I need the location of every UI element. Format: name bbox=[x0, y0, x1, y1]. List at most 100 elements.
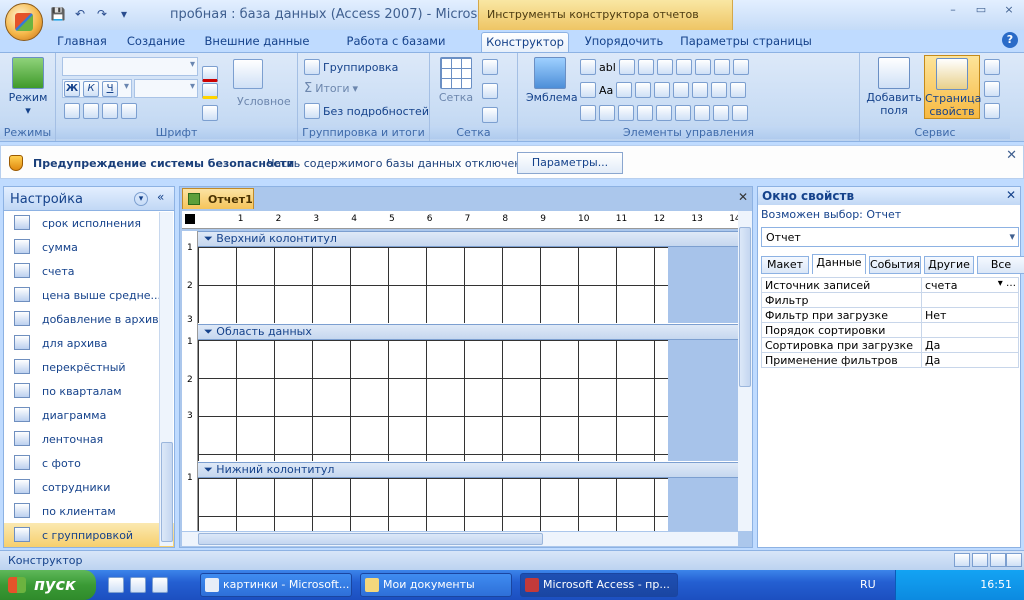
page-number-icon[interactable] bbox=[580, 59, 596, 75]
conditional-icon[interactable] bbox=[233, 59, 263, 89]
select-report-icon[interactable] bbox=[185, 214, 195, 224]
media-icon[interactable] bbox=[152, 577, 168, 593]
property-row[interactable]: Сортировка при загрузке Да bbox=[761, 337, 1019, 353]
property-row[interactable]: Фильтр при загрузке Нет bbox=[761, 307, 1019, 323]
vertical-scrollbar[interactable] bbox=[738, 211, 752, 531]
conditional-button[interactable]: Условное bbox=[237, 95, 291, 108]
view-button[interactable]: Режим ▾ bbox=[6, 57, 50, 117]
select-all-icon[interactable] bbox=[732, 105, 748, 121]
scroll-thumb[interactable] bbox=[161, 442, 173, 542]
section-detail[interactable]: ⏷ Область данных bbox=[198, 324, 738, 340]
close-button[interactable]: × bbox=[996, 2, 1022, 18]
detail-grid[interactable] bbox=[198, 340, 668, 461]
font-format-combo[interactable] bbox=[134, 79, 198, 98]
close-icon[interactable]: ✕ bbox=[738, 190, 748, 204]
tab-control-icon[interactable] bbox=[618, 59, 635, 75]
nav-item[interactable]: диаграмма bbox=[4, 403, 174, 427]
tab-database-tools[interactable]: Работа с базами данных bbox=[322, 32, 470, 66]
scroll-thumb[interactable] bbox=[198, 533, 543, 545]
align-right-icon[interactable] bbox=[102, 103, 118, 119]
nav-scrollbar[interactable] bbox=[159, 212, 173, 546]
taskbar-item[interactable]: картинки - Microsoft... bbox=[200, 573, 352, 597]
property-row[interactable]: Источник записей счета ▾ … bbox=[761, 277, 1019, 293]
nav-item[interactable]: ленточная bbox=[4, 427, 174, 451]
subform-icon[interactable] bbox=[713, 59, 730, 75]
underline-button[interactable]: Ч bbox=[102, 81, 118, 97]
grid-button[interactable]: Сетка bbox=[436, 57, 476, 104]
tab-arrange[interactable]: Упорядочить bbox=[580, 32, 668, 52]
date-time-icon[interactable] bbox=[580, 82, 596, 98]
taskbar-item-active[interactable]: Microsoft Access - пр... bbox=[520, 573, 678, 597]
font-name-combo[interactable] bbox=[62, 57, 198, 76]
textbox-icon[interactable]: abl bbox=[599, 61, 616, 74]
nav-header[interactable]: Настройка ▾ « bbox=[4, 187, 174, 211]
unbound-frame-icon[interactable] bbox=[711, 82, 728, 98]
redo-icon[interactable]: ↷ bbox=[94, 6, 110, 22]
close-icon[interactable]: ✕ bbox=[1006, 188, 1016, 202]
property-tab[interactable]: Данные bbox=[812, 254, 866, 274]
checkbox-icon[interactable] bbox=[654, 82, 671, 98]
nav-item[interactable]: добавление в архив bbox=[4, 307, 174, 331]
property-row[interactable]: Фильтр bbox=[761, 292, 1019, 308]
scroll-thumb[interactable] bbox=[739, 227, 751, 387]
nav-item[interactable]: перекрёстный bbox=[4, 355, 174, 379]
nav-item[interactable]: сотрудники bbox=[4, 475, 174, 499]
ie-icon[interactable] bbox=[130, 577, 146, 593]
nav-item[interactable]: с фото bbox=[4, 451, 174, 475]
hyperlink-icon[interactable] bbox=[694, 105, 710, 121]
layout-view-icon[interactable] bbox=[990, 553, 1006, 567]
design-view-icon[interactable] bbox=[1006, 553, 1022, 567]
taskbar-item[interactable]: Мои документы bbox=[360, 573, 512, 597]
property-sheet-button[interactable]: Страница свойств bbox=[924, 55, 981, 119]
tab-order-icon[interactable] bbox=[984, 59, 1000, 75]
combo-control-icon[interactable] bbox=[673, 82, 690, 98]
nav-item[interactable]: по кварталам bbox=[4, 379, 174, 403]
nav-item[interactable]: с группировкой bbox=[4, 523, 174, 547]
attachment-icon[interactable] bbox=[675, 105, 691, 121]
line-icon[interactable] bbox=[202, 105, 218, 121]
page-header-grid[interactable] bbox=[198, 247, 668, 323]
line-control-icon[interactable] bbox=[637, 59, 654, 75]
nav-item[interactable]: цена выше средне... bbox=[4, 283, 174, 307]
rectangle-icon[interactable] bbox=[635, 82, 652, 98]
property-value[interactable] bbox=[921, 292, 1019, 308]
property-row[interactable]: Порядок сортировки bbox=[761, 322, 1019, 338]
nav-item[interactable]: по клиентам bbox=[4, 499, 174, 523]
line-color-icon[interactable] bbox=[482, 107, 498, 123]
tab-home[interactable]: Главная bbox=[52, 32, 112, 52]
code-icon[interactable] bbox=[984, 103, 1000, 119]
section-page-footer[interactable]: ⏷ Нижний колонтитул bbox=[198, 462, 738, 478]
minimize-button[interactable]: – bbox=[940, 2, 966, 18]
report-view-icon[interactable] bbox=[954, 553, 970, 567]
start-button[interactable]: пуск bbox=[0, 570, 96, 600]
chevron-down-icon[interactable]: ▾ bbox=[134, 192, 148, 206]
property-value[interactable]: Нет bbox=[921, 307, 1019, 323]
section-page-header[interactable]: ⏷ Верхний колонтитул bbox=[198, 231, 738, 247]
grouping-button[interactable]: Группировка bbox=[304, 59, 398, 75]
property-tab[interactable]: Другие bbox=[924, 256, 974, 274]
undo-icon[interactable]: ↶ bbox=[72, 6, 88, 22]
restore-button[interactable]: ▭ bbox=[968, 2, 994, 18]
title-icon[interactable] bbox=[580, 105, 596, 121]
property-value[interactable]: Да bbox=[921, 352, 1019, 368]
customize-qat-icon[interactable]: ▾ bbox=[116, 6, 132, 22]
toggle-icon[interactable] bbox=[656, 59, 673, 75]
property-tab[interactable]: Макет bbox=[761, 256, 809, 274]
nav-item[interactable]: счета bbox=[4, 259, 174, 283]
button-control-icon[interactable] bbox=[616, 82, 633, 98]
align-left-icon[interactable] bbox=[64, 103, 80, 119]
properties-icon[interactable] bbox=[730, 82, 747, 98]
builder-icon[interactable]: ▾ … bbox=[998, 278, 1016, 289]
font-color-icon[interactable] bbox=[202, 66, 218, 82]
document-tab[interactable]: Отчет1 bbox=[182, 188, 254, 209]
bold-button[interactable]: Ж bbox=[64, 81, 80, 97]
tab-page-setup[interactable]: Параметры страницы bbox=[678, 32, 814, 52]
image-control-icon[interactable] bbox=[618, 105, 634, 121]
save-icon[interactable]: 💾 bbox=[50, 6, 66, 22]
no-details-button[interactable]: Без подробностей bbox=[304, 103, 429, 119]
horizontal-scrollbar[interactable] bbox=[182, 532, 738, 546]
page-break-icon[interactable] bbox=[656, 105, 672, 121]
align-center-icon[interactable] bbox=[83, 103, 99, 119]
bound-frame-icon[interactable] bbox=[713, 105, 729, 121]
help-icon[interactable]: ? bbox=[1002, 32, 1018, 48]
